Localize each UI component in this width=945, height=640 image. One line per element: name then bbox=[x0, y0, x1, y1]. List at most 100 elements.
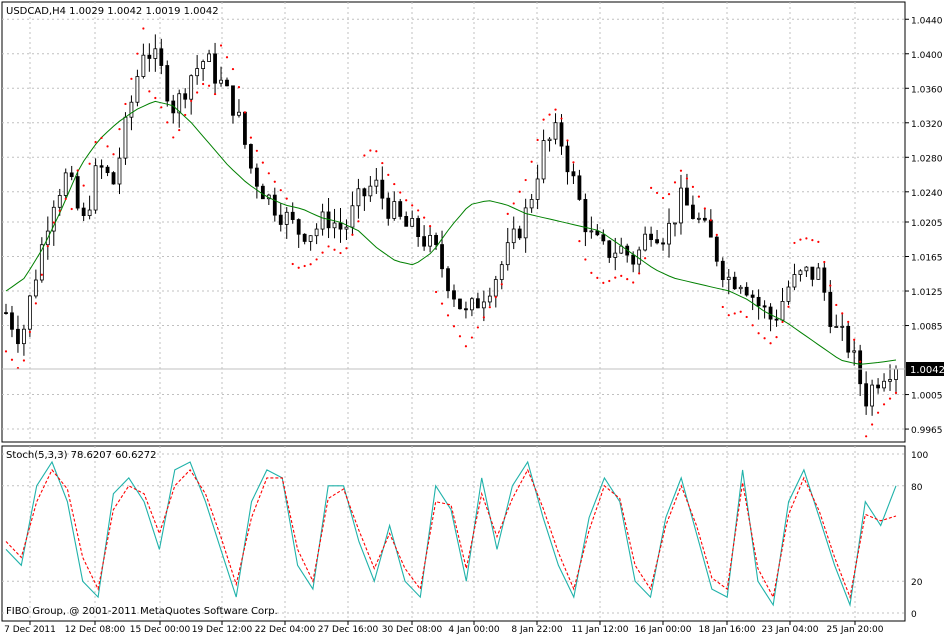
candle-body bbox=[314, 228, 319, 237]
time-tick-label: 4 Jan 00:00 bbox=[448, 625, 500, 635]
sar-dot bbox=[387, 173, 390, 176]
candle-body bbox=[655, 239, 659, 244]
time-tick-label: 16 Jan 00:00 bbox=[635, 625, 692, 635]
candle-body bbox=[673, 222, 677, 225]
sar-dot bbox=[34, 302, 37, 305]
sar-dot bbox=[602, 281, 605, 284]
candle-body bbox=[720, 260, 725, 280]
candle-body bbox=[362, 188, 367, 197]
sar-dot bbox=[267, 172, 270, 175]
candle-body bbox=[864, 383, 869, 407]
candle-body bbox=[213, 53, 217, 84]
sar-dot bbox=[94, 140, 97, 144]
sar-dot bbox=[273, 180, 276, 183]
sar-dot bbox=[345, 247, 348, 250]
sar-dot bbox=[494, 295, 497, 299]
candle-body bbox=[565, 145, 570, 173]
sar-dot bbox=[417, 209, 420, 212]
sar-dot bbox=[333, 248, 336, 251]
candle-body bbox=[696, 217, 701, 220]
candle-body bbox=[410, 218, 415, 227]
candle-body bbox=[380, 179, 385, 199]
price-tick-label: 1.0440 bbox=[911, 16, 943, 26]
candle-body bbox=[237, 111, 241, 116]
sar-dot bbox=[811, 239, 814, 242]
main-chart-header: USDCAD,H4 1.0029 1.0042 1.0019 1.0042 bbox=[6, 6, 219, 17]
candle-body bbox=[828, 291, 833, 327]
candle-body bbox=[392, 201, 397, 219]
candle-body bbox=[4, 312, 8, 314]
candle-body bbox=[81, 207, 86, 217]
price-tick-label: 1.0165 bbox=[911, 254, 943, 264]
stoch-header: Stoch(5,3,3) 78.6207 60.6272 bbox=[6, 450, 157, 461]
sar-dot bbox=[423, 216, 426, 219]
sar-dot bbox=[213, 92, 217, 96]
candle-body bbox=[141, 54, 146, 77]
sar-dot bbox=[351, 233, 354, 236]
time-tick-label: 27 Dec 16:00 bbox=[318, 625, 379, 635]
candle-body bbox=[511, 228, 516, 244]
candle-body bbox=[398, 201, 403, 217]
sar-dot bbox=[542, 118, 545, 121]
candle-body bbox=[750, 294, 755, 298]
sar-dot bbox=[130, 77, 133, 80]
sar-dot bbox=[154, 96, 157, 100]
candle-body bbox=[219, 79, 223, 84]
time-tick-label: 15 Dec 00:00 bbox=[130, 625, 191, 635]
candle-body bbox=[541, 140, 546, 180]
sar-dot bbox=[10, 358, 14, 361]
sar-dot bbox=[279, 189, 282, 192]
candle-body bbox=[475, 298, 480, 309]
sar-dot bbox=[596, 276, 599, 279]
price-tick-label: 1.0125 bbox=[911, 288, 943, 298]
sar-dot bbox=[847, 320, 850, 323]
candle-body bbox=[332, 222, 337, 229]
candle-body bbox=[183, 93, 188, 100]
sar-dot bbox=[614, 276, 617, 279]
sar-dot bbox=[757, 332, 760, 335]
sar-dot bbox=[894, 391, 898, 394]
candle-body bbox=[87, 209, 92, 217]
candle-body bbox=[201, 61, 206, 69]
sar-dot bbox=[835, 303, 838, 307]
sar-dot bbox=[237, 86, 241, 89]
sar-dot bbox=[638, 272, 641, 275]
sar-dot bbox=[70, 207, 73, 211]
candle-body bbox=[243, 111, 247, 145]
candle-body bbox=[386, 197, 391, 219]
price-tick-label: 0.9965 bbox=[911, 426, 943, 436]
sar-dot bbox=[476, 326, 479, 329]
candle-body bbox=[499, 264, 504, 280]
time-tick-label: 30 Dec 08:00 bbox=[382, 625, 443, 635]
candle-body bbox=[613, 252, 618, 258]
candle-body bbox=[165, 65, 170, 102]
sar-dot bbox=[584, 258, 587, 261]
sar-dot bbox=[285, 197, 288, 200]
candle-body bbox=[338, 222, 343, 230]
sar-dot bbox=[655, 191, 659, 195]
sar-dot bbox=[644, 257, 647, 260]
candle-body bbox=[792, 274, 797, 288]
candle-body bbox=[470, 298, 474, 311]
candle-body bbox=[75, 176, 80, 209]
price-tick-label: 1.0205 bbox=[911, 219, 943, 229]
candle-body bbox=[296, 219, 301, 235]
sar-dot bbox=[219, 44, 223, 47]
candle-body bbox=[774, 318, 779, 321]
sar-dot bbox=[178, 128, 181, 132]
candle-body bbox=[404, 216, 409, 227]
candle-body bbox=[810, 266, 815, 280]
candle-body bbox=[834, 326, 839, 328]
candle-body bbox=[284, 211, 289, 225]
candle-body bbox=[726, 276, 731, 280]
candle-body bbox=[290, 211, 295, 220]
sar-dot bbox=[876, 411, 880, 414]
sar-dot bbox=[148, 90, 151, 93]
candle-body bbox=[434, 234, 438, 245]
sar-dot bbox=[530, 160, 533, 163]
candle-body bbox=[535, 178, 540, 200]
sar-dot bbox=[667, 193, 671, 196]
sar-dot bbox=[679, 169, 683, 172]
candle-body bbox=[505, 242, 510, 266]
candle-body bbox=[487, 295, 492, 303]
